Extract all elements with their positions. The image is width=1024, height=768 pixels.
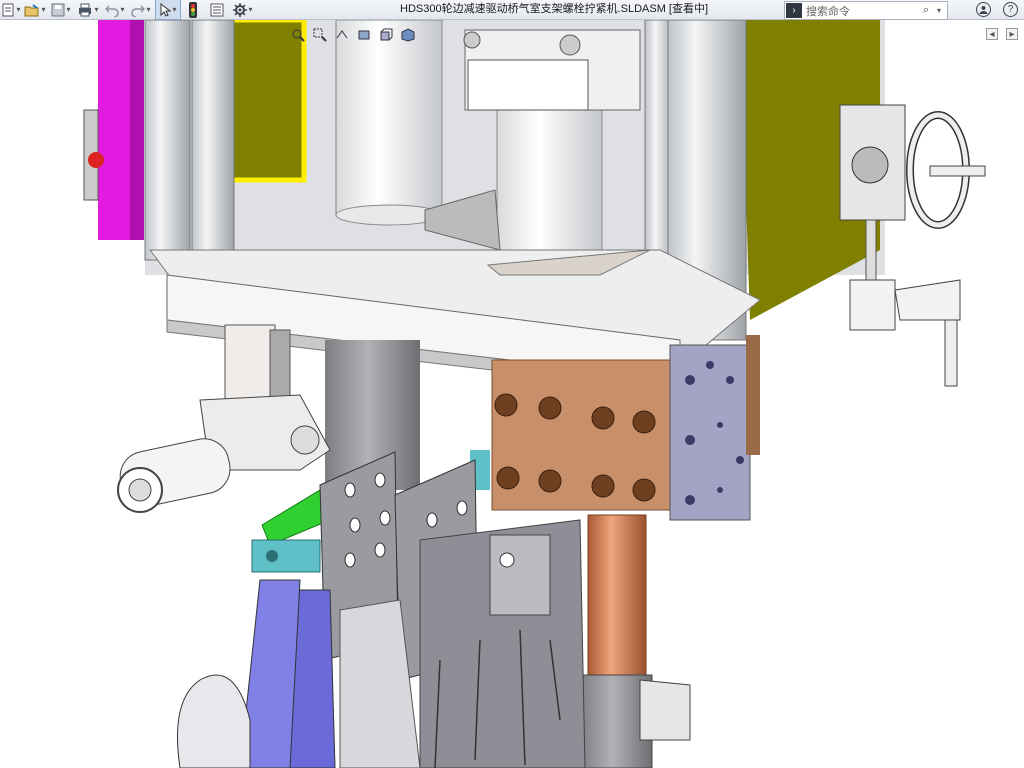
copper-rod: [587, 514, 647, 676]
heads-up-view-toolbar: [290, 26, 416, 44]
search-icon[interactable]: ⌕: [923, 4, 937, 17]
command-search-box[interactable]: › 搜索命令 ⌕ ▾: [784, 1, 948, 20]
zoom-to-fit-icon[interactable]: [290, 27, 306, 43]
command-prompt-icon: ›: [786, 3, 802, 18]
search-input[interactable]: 搜索命令: [806, 3, 923, 19]
redo-button[interactable]: ▾: [128, 0, 154, 19]
chevron-down-icon[interactable]: ▾: [937, 6, 947, 15]
open-icon: [24, 3, 39, 16]
section-view-icon[interactable]: [356, 27, 372, 43]
redo-icon: [131, 4, 146, 17]
collapse-right-icon[interactable]: ▸: [1006, 28, 1018, 40]
file-properties-button[interactable]: [206, 0, 228, 19]
open-button[interactable]: ▾: [22, 0, 48, 19]
air-cylinder-left: [335, 20, 443, 216]
print-icon: [79, 3, 92, 16]
new-document-button[interactable]: ▾: [0, 0, 22, 19]
new-document-icon: [2, 3, 14, 16]
undo-icon: [105, 4, 120, 17]
rebuild-button[interactable]: [180, 0, 206, 19]
select-arrow-icon: [160, 2, 172, 17]
assembly-model: [83, 20, 986, 768]
gear-icon: [233, 2, 248, 17]
options-button[interactable]: ▾: [228, 0, 258, 19]
title-bar-right: ?: [976, 0, 1018, 19]
save-icon: [51, 3, 65, 16]
title-bar: ▾ ▾ ▾ ▾ ▾ ▾ ▾ ▾ HDS300轮边减速驱动桥气室支架螺栓拧紧机.S…: [0, 0, 1024, 20]
help-icon[interactable]: ?: [1003, 2, 1018, 17]
graphics-viewport[interactable]: ◂ ▸: [0, 20, 1024, 768]
teal-bracket: [251, 539, 321, 573]
print-button[interactable]: ▾: [74, 0, 102, 19]
zoom-area-icon[interactable]: [312, 27, 328, 43]
document-title: HDS300轮边减速驱动桥气室支架螺栓拧紧机.SLDASM [查看中]: [400, 3, 709, 15]
select-button[interactable]: ▾: [155, 0, 181, 20]
air-cylinder-right: [496, 99, 603, 276]
yellow-frame-left: [232, 20, 304, 180]
display-style-icon[interactable]: [400, 27, 416, 43]
save-button[interactable]: ▾: [48, 0, 74, 19]
collapse-left-icon[interactable]: ◂: [986, 28, 998, 40]
previous-view-icon[interactable]: [334, 27, 350, 43]
file-properties-icon: [210, 3, 224, 16]
view-orientation-icon[interactable]: [378, 27, 394, 43]
clamp-lever: [894, 279, 961, 321]
user-account-icon[interactable]: [976, 2, 991, 17]
task-pane-controls: ◂ ▸: [986, 28, 1018, 40]
traffic-light-icon: [189, 1, 197, 18]
undo-button[interactable]: ▾: [102, 0, 128, 19]
lavender-block: [669, 344, 751, 521]
green-plate: [261, 489, 331, 546]
